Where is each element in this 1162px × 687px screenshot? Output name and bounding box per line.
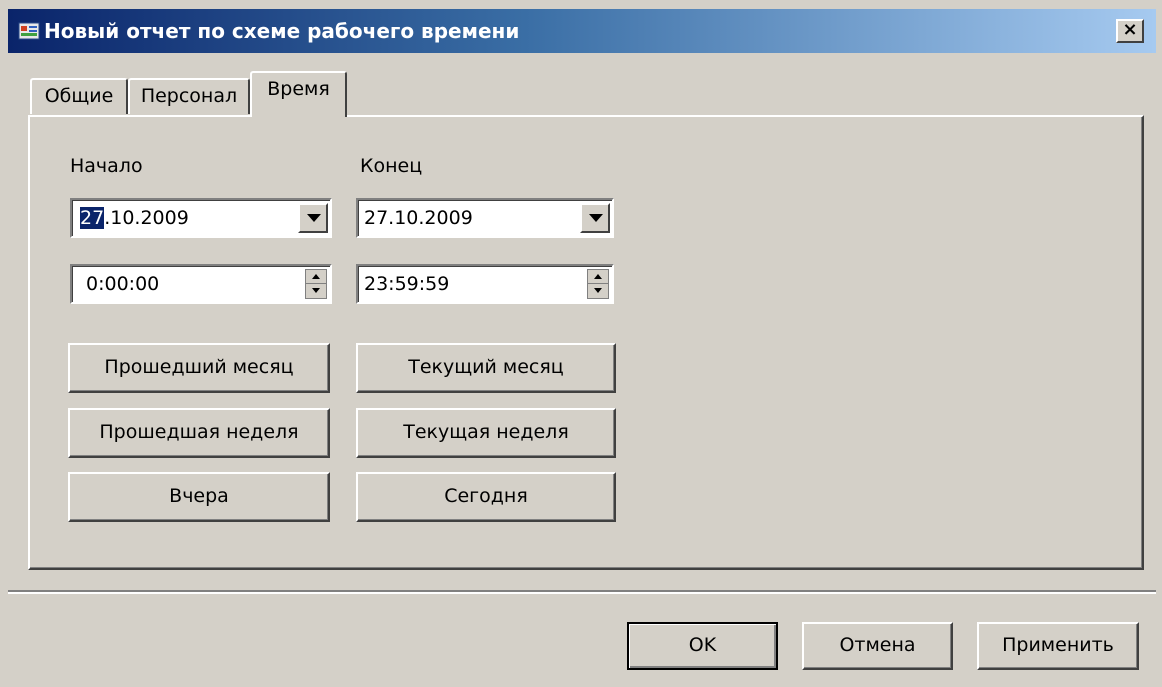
today-button[interactable]: Сегодня xyxy=(356,472,616,522)
start-label: Начало xyxy=(70,155,143,177)
spin-down-icon[interactable] xyxy=(306,284,326,298)
chevron-down-icon[interactable] xyxy=(580,203,610,233)
start-time-input[interactable]: 0:00:00 xyxy=(70,264,332,304)
window-title: Новый отчет по схеме рабочего времени xyxy=(44,19,520,43)
start-date-rest: .10.2009 xyxy=(104,207,189,229)
end-label: Конец xyxy=(360,155,423,177)
dialog-window: Новый отчет по схеме рабочего времени × … xyxy=(0,0,1162,687)
spin-arrows-icon[interactable] xyxy=(305,269,327,299)
tab-time-label: Время xyxy=(267,78,330,100)
spin-up-icon[interactable] xyxy=(588,270,608,284)
start-time-value: 0:00:00 xyxy=(86,273,160,295)
last-month-button[interactable]: Прошедший месяц xyxy=(68,343,330,393)
start-date-value: 27.10.2009 xyxy=(80,207,189,229)
end-date-picker[interactable]: 27.10.2009 xyxy=(356,198,614,238)
spin-down-icon[interactable] xyxy=(588,284,608,298)
tab-general-label: Общие xyxy=(44,85,114,107)
yesterday-button[interactable]: Вчера xyxy=(68,472,330,522)
start-date-picker[interactable]: 27.10.2009 xyxy=(70,198,332,238)
footer-divider-highlight xyxy=(8,592,1156,594)
spin-up-icon[interactable] xyxy=(306,270,326,284)
close-button[interactable]: × xyxy=(1116,19,1144,43)
apply-button[interactable]: Применить xyxy=(977,622,1139,670)
close-icon: × xyxy=(1122,19,1138,40)
current-week-button[interactable]: Текущая неделя xyxy=(356,408,616,458)
ok-button[interactable]: OK xyxy=(627,622,778,670)
chevron-down-icon[interactable] xyxy=(298,203,328,233)
tab-time[interactable]: Время xyxy=(250,71,347,117)
end-time-value: 23:59:59 xyxy=(364,273,450,295)
tab-general[interactable]: Общие xyxy=(30,78,128,114)
cancel-button[interactable]: Отмена xyxy=(802,622,953,670)
current-month-button[interactable]: Текущий месяц xyxy=(356,343,616,393)
title-bar[interactable]: Новый отчет по схеме рабочего времени × xyxy=(8,9,1156,53)
tab-personnel[interactable]: Персонал xyxy=(128,78,250,114)
app-icon xyxy=(18,22,40,40)
last-week-button[interactable]: Прошедшая неделя xyxy=(68,408,330,458)
spin-arrows-icon[interactable] xyxy=(587,269,609,299)
tab-personnel-label: Персонал xyxy=(140,85,238,107)
start-date-selected-day: 27 xyxy=(80,207,105,229)
end-date-value: 27.10.2009 xyxy=(364,207,473,229)
end-time-input[interactable]: 23:59:59 xyxy=(356,264,614,304)
